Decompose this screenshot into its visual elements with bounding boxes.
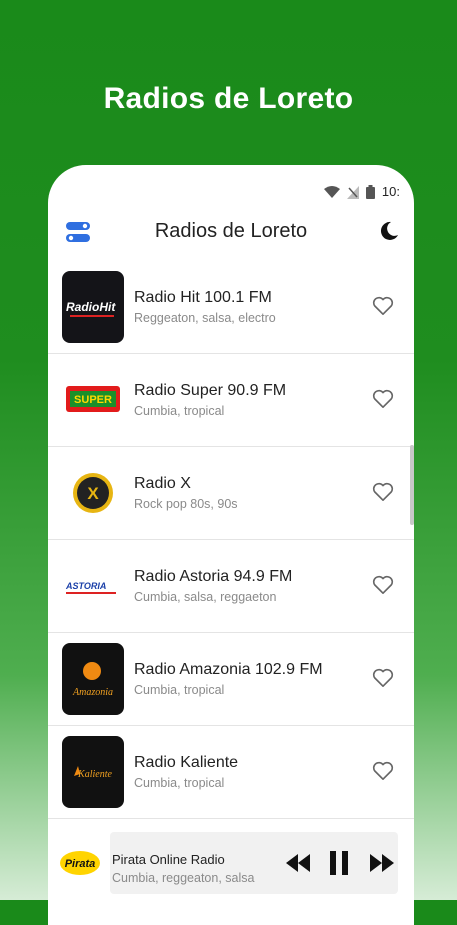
station-list: RadioHit Radio Hit 100.1 FM Reggeaton, s… [48,261,414,819]
station-logo: Kaliente [62,736,124,808]
station-row[interactable]: X Radio X Rock pop 80s, 90s [48,447,414,540]
station-logo: X [62,457,124,529]
favorite-heart-icon[interactable] [372,482,394,502]
player-station-genres: Cumbia, reggeaton, salsa [112,871,255,885]
station-row[interactable]: Kaliente Radio Kaliente Cumbia, tropical [48,726,414,819]
scrollbar-thumb[interactable] [410,445,414,525]
station-genres: Reggeaton, salsa, electro [134,311,276,325]
player-station-name: Pirata Online Radio [112,852,225,867]
promo-title: Radios de Loreto [103,82,354,115]
station-logo: SUPER [62,364,124,436]
station-genres: Cumbia, salsa, reggaeton [134,590,277,604]
station-row[interactable]: SUPER Radio Super 90.9 FM Cumbia, tropic… [48,354,414,447]
svg-text:ASTORIA: ASTORIA [65,581,106,591]
station-name: Radio Amazonia 102.9 FM [134,661,323,678]
favorite-heart-icon[interactable] [372,761,394,781]
station-genres: Cumbia, tropical [134,683,225,697]
battery-icon [365,185,375,199]
station-logo: Amazonia [62,643,124,715]
station-row[interactable]: Amazonia Radio Amazonia 102.9 FM Cumbia,… [48,633,414,726]
fast-forward-icon[interactable] [370,854,394,872]
favorite-heart-icon[interactable] [372,296,394,316]
station-genres: Cumbia, tropical [134,776,225,790]
svg-text:Kaliente: Kaliente [77,769,112,780]
svg-text:RadioHit: RadioHit [66,300,116,314]
mini-player: Pirata Pirata Online Radio Cumbia, regge… [48,827,414,897]
status-bar: 10: [48,165,414,207]
station-row[interactable]: RadioHit Radio Hit 100.1 FM Reggeaton, s… [48,261,414,354]
player-station-logo: Pirata [60,851,100,875]
station-name: Radio X [134,475,191,492]
favorite-heart-icon[interactable] [372,389,394,409]
station-logo: ASTORIA [62,550,124,622]
station-logo: RadioHit [62,271,124,343]
app-header: Radios de Loreto [48,213,414,253]
dark-mode-moon-icon[interactable] [378,220,400,242]
station-name: Radio Hit 100.1 FM [134,289,272,306]
rewind-icon[interactable] [286,854,310,872]
page-title: Radios de Loreto [154,220,308,242]
favorite-heart-icon[interactable] [372,668,394,688]
station-name: Radio Super 90.9 FM [134,382,287,399]
station-name: Radio Kaliente [134,754,239,771]
station-genres: Cumbia, tropical [134,404,225,418]
signal-icon [346,186,359,199]
svg-text:SUPER: SUPER [74,394,112,406]
favorite-heart-icon[interactable] [372,575,394,595]
svg-text:Pirata: Pirata [65,858,96,870]
status-time: 10: [381,184,400,199]
station-genres: Rock pop 80s, 90s [134,497,238,511]
player-panel[interactable]: Pirata Online Radio Cumbia, reggeaton, s… [110,832,398,894]
phone-frame: 10: Radios de Loreto RadioHit Radio Hit … [48,165,414,925]
station-row[interactable]: ASTORIA Radio Astoria 94.9 FM Cumbia, sa… [48,540,414,633]
wifi-icon [323,186,340,198]
pause-icon[interactable] [330,851,348,875]
svg-text:X: X [87,484,99,503]
svg-text:Amazonia: Amazonia [72,687,113,698]
station-name: Radio Astoria 94.9 FM [134,568,293,585]
